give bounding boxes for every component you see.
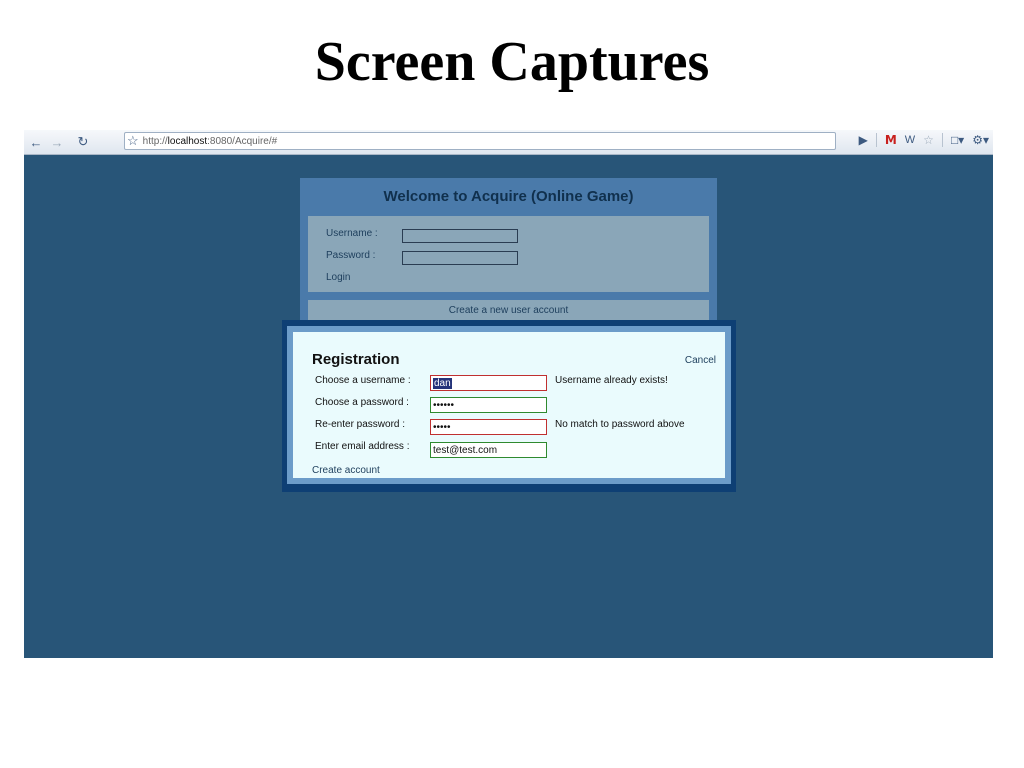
wrench-icon[interactable]: ⚙▾ [972,133,989,147]
page-menu-icon[interactable]: □▾ [951,133,964,147]
email-field[interactable]: test@test.com [430,442,547,458]
email-value: test@test.com [433,444,498,456]
create-account-button[interactable]: Create account [312,465,380,476]
password-field[interactable]: •••••• [430,397,547,413]
registration-modal-border: Registration Cancel Choose a username : … [287,326,731,484]
username-value: dan [433,377,452,389]
address-bar[interactable]: ☆ http://localhost:8080/Acquire/# [124,132,836,150]
extension-icon[interactable]: W [905,134,915,146]
registration-modal-frame: Registration Cancel Choose a username : … [282,320,736,492]
password-input[interactable] [402,251,518,265]
registration-modal: Registration Cancel Choose a username : … [293,332,725,478]
create-account-link[interactable]: Create a new user account [449,305,569,316]
arrow-left-icon[interactable]: ← [27,133,45,151]
reenter-password-label: Re-enter password : [315,419,406,430]
reload-icon[interactable]: ↻ [74,133,92,151]
toolbar-separator [941,133,943,147]
username-error: Username already exists! [555,375,668,386]
url-text: http://localhost:8080/Acquire/# [143,136,278,147]
password-value: •••••• [433,399,455,411]
reenter-password-field[interactable]: ••••• [430,419,547,435]
cancel-link[interactable]: Cancel [685,355,716,366]
password-label: Choose a password : [315,397,409,408]
registration-title: Registration [312,351,400,368]
gmail-icon[interactable]: M [885,133,897,147]
arrow-right-icon[interactable]: → [48,133,66,151]
email-label: Enter email address : [315,441,410,452]
toolbar-separator [875,133,877,147]
username-input[interactable] [402,229,518,243]
url-suffix: :8080/Acquire/# [207,135,278,147]
toolbar-right: ▶ M W ☆ □▾ ⚙▾ [859,133,989,147]
reenter-password-error: No match to password above [555,419,685,430]
reenter-password-value: ••••• [433,421,451,433]
login-form: Username : Password : Login [308,216,709,292]
slide-title: Screen Captures [314,31,710,93]
browser-toolbar: ← → ↻ ☆ http://localhost:8080/Acquire/# … [24,130,993,155]
star-icon[interactable]: ☆ [923,133,934,147]
username-label: Choose a username : [315,375,411,386]
login-panel: Welcome to Acquire (Online Game) Usernam… [300,178,717,338]
browser-window: ← → ↻ ☆ http://localhost:8080/Acquire/# … [24,130,993,658]
star-icon[interactable]: ☆ [127,133,139,149]
play-icon[interactable]: ▶ [859,133,868,147]
url-host: localhost [167,135,208,147]
login-link[interactable]: Login [326,272,350,283]
password-label: Password : [326,250,376,261]
username-label: Username : [326,228,378,239]
username-field[interactable]: dan [430,375,547,391]
login-title: Welcome to Acquire (Online Game) [383,188,634,205]
url-prefix: http:// [142,135,168,147]
